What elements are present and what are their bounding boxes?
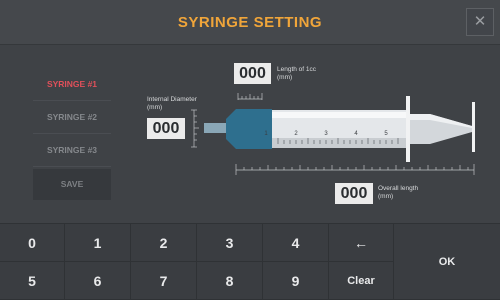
backspace-key[interactable]: ← <box>329 224 394 262</box>
length-1cc-label: Length of 1cc (mm) <box>277 66 316 82</box>
syringe-flange <box>406 96 410 162</box>
length-1cc-ruler <box>237 93 263 100</box>
length-1cc-label-line1: Length of 1cc <box>277 66 317 73</box>
barrel-highlight <box>272 112 410 118</box>
syringe-tip <box>204 123 226 133</box>
key-8[interactable]: 8 <box>197 262 263 300</box>
internal-diameter-label-line2: (mm) <box>147 104 163 111</box>
key-5[interactable]: 5 <box>0 262 65 300</box>
barrel-shadow <box>272 138 410 148</box>
length-1cc-label-line2: (mm) <box>277 74 293 81</box>
overall-length-label-line2: (mm) <box>378 193 394 200</box>
diameter-ruler <box>191 109 199 148</box>
key-2[interactable]: 2 <box>131 224 197 262</box>
internal-diameter-label-line1: Internal Diameter <box>147 96 197 103</box>
syringe-illustration: 1 2 3 4 5 <box>191 93 475 175</box>
numeric-keypad: 0 1 2 3 4 ← 5 6 7 8 9 Clear OK <box>0 223 500 300</box>
ok-button[interactable]: OK <box>394 224 500 300</box>
internal-diameter-label: Internal Diameter (mm) <box>147 96 197 112</box>
overall-length-value[interactable]: 000 <box>335 183 373 204</box>
key-3[interactable]: 3 <box>197 224 263 262</box>
plunger-end <box>472 102 475 152</box>
overall-length-label: Overall length (mm) <box>378 185 418 201</box>
key-9[interactable]: 9 <box>263 262 329 300</box>
internal-diameter-value[interactable]: 000 <box>147 118 185 139</box>
key-0[interactable]: 0 <box>0 224 65 262</box>
clear-key[interactable]: Clear <box>329 262 394 300</box>
key-4[interactable]: 4 <box>263 224 329 262</box>
key-1[interactable]: 1 <box>65 224 131 262</box>
key-7[interactable]: 7 <box>131 262 197 300</box>
key-6[interactable]: 6 <box>65 262 131 300</box>
overall-length-label-line1: Overall length <box>378 185 419 192</box>
length-1cc-value[interactable]: 000 <box>234 63 271 84</box>
syringe-hub <box>226 109 272 149</box>
overall-length-ruler <box>235 164 475 175</box>
